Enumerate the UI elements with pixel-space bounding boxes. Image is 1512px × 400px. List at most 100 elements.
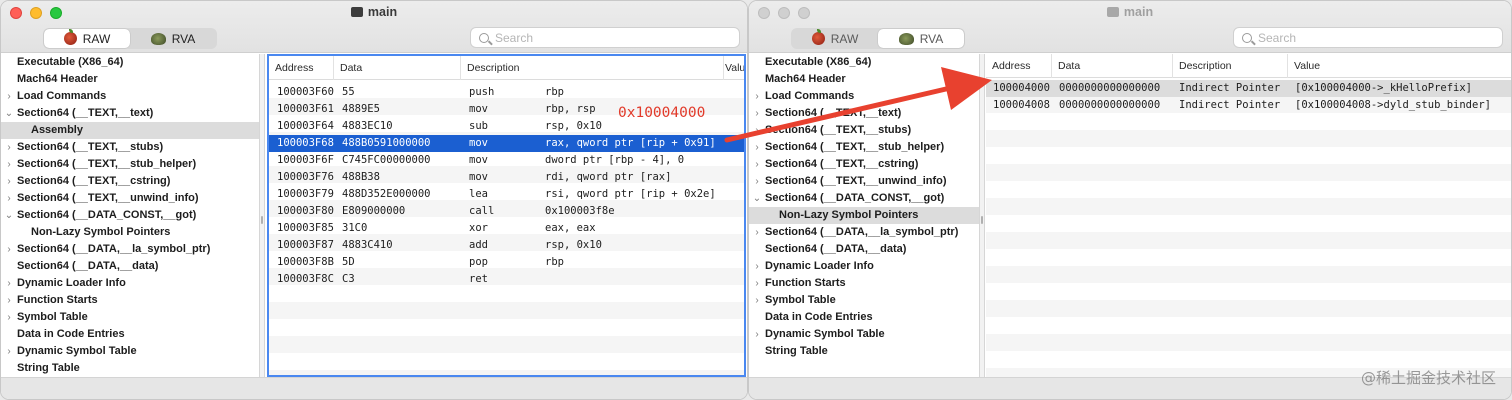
chevron-right-icon[interactable]: › <box>752 122 762 139</box>
chevron-right-icon[interactable]: › <box>752 88 762 105</box>
chevron-right-icon[interactable]: › <box>4 173 14 190</box>
chevron-right-icon[interactable]: › <box>752 275 762 292</box>
search-input[interactable] <box>489 30 739 45</box>
tree-item-executable-x86-64[interactable]: ⌄Executable (X86_64) <box>1 54 259 71</box>
address-cell: 100003F85 <box>277 222 334 234</box>
tree-item-section64-text-stubs[interactable]: › Section64 (__TEXT,__stubs) <box>749 122 979 139</box>
tree-item-data-in-code-entries[interactable]: Data in Code Entries <box>749 309 979 326</box>
tree-item-section64-text-unwind-info[interactable]: › Section64 (__TEXT,__unwind_info) <box>749 173 979 190</box>
chevron-down-icon[interactable]: ⌄ <box>4 105 14 122</box>
search-field[interactable] <box>1233 27 1503 48</box>
tree-item-executable-x86-64[interactable]: ⌄Executable (X86_64) <box>749 54 979 71</box>
chevron-right-icon[interactable]: › <box>4 139 14 156</box>
chevron-right-icon[interactable]: › <box>752 326 762 343</box>
tree-item-load-commands[interactable]: › Load Commands <box>1 88 259 105</box>
tree-item-section64-text-stub-helper[interactable]: › Section64 (__TEXT,__stub_helper) <box>749 139 979 156</box>
operands-cell: rsp, 0x10 <box>545 239 602 251</box>
table-row[interactable]: 100003F85 31C0 xor eax, eax <box>269 220 744 237</box>
tree-item-label: Section64 (__DATA_CONST,__got) <box>17 209 197 221</box>
chevron-right-icon[interactable]: › <box>752 173 762 190</box>
tree-item-symbol-table[interactable]: › Symbol Table <box>749 292 979 309</box>
chevron-right-icon[interactable]: › <box>4 88 14 105</box>
tree-item-mach64-header[interactable]: Mach64 Header <box>749 71 979 88</box>
tree-item-dynamic-loader-info[interactable]: › Dynamic Loader Info <box>1 275 259 292</box>
table-row[interactable]: 100004000 0000000000000000 Indirect Pointe… <box>986 80 1511 97</box>
chevron-right-icon[interactable]: › <box>4 156 14 173</box>
tree-item-assembly[interactable]: Assembly <box>1 122 259 139</box>
rva-segment-button[interactable]: RVA <box>130 29 216 48</box>
split-divider[interactable] <box>259 54 265 377</box>
column-header-value[interactable]: Value <box>719 56 744 80</box>
table-row[interactable]: 100003F8C C3 ret <box>269 271 744 288</box>
tree-item-function-starts[interactable]: › Function Starts <box>749 275 979 292</box>
address-cell: 100003F61 <box>277 103 334 115</box>
tree-item-section64-data-const-got[interactable]: ⌄ Section64 (__DATA_CONST,__got) <box>749 190 979 207</box>
tree-item-section64-text-unwind-info[interactable]: › Section64 (__TEXT,__unwind_info) <box>1 190 259 207</box>
tree-item-dynamic-loader-info[interactable]: › Dynamic Loader Info <box>749 258 979 275</box>
table-row[interactable]: 100003F8B 5D pop rbp <box>269 254 744 271</box>
table-row[interactable]: 100003F80 E809000000 call 0x100003f8e <box>269 203 744 220</box>
chevron-right-icon[interactable]: › <box>752 292 762 309</box>
tree-item-label: Executable (X86_64) <box>765 56 872 68</box>
tree-item-non-lazy-symbol-pointers[interactable]: Non-Lazy Symbol Pointers <box>749 207 979 224</box>
raw-segment-button[interactable]: RAW <box>44 29 130 48</box>
tree-item-string-table[interactable]: String Table <box>749 343 979 360</box>
tree-item-dynamic-symbol-table[interactable]: › Dynamic Symbol Table <box>1 343 259 360</box>
column-header-description[interactable]: Description <box>1173 54 1288 78</box>
chevron-right-icon[interactable]: › <box>752 139 762 156</box>
tree-item-section64-text-stub-helper[interactable]: › Section64 (__TEXT,__stub_helper) <box>1 156 259 173</box>
chevron-right-icon[interactable]: › <box>4 292 14 309</box>
table-row[interactable]: 100003F6F C745FC00000000 mov dword ptr [rbp… <box>269 152 744 169</box>
tree-item-section64-data-data[interactable]: Section64 (__DATA,__data) <box>1 258 259 275</box>
tree-item-section64-text-stubs[interactable]: › Section64 (__TEXT,__stubs) <box>1 139 259 156</box>
tree-item-function-starts[interactable]: › Function Starts <box>1 292 259 309</box>
tree-item-section64-data-la-symbol-ptr[interactable]: › Section64 (__DATA,__la_symbol_ptr) <box>749 224 979 241</box>
horizontal-scrollbar[interactable] <box>1 377 747 399</box>
chevron-right-icon[interactable]: › <box>4 275 14 292</box>
table-row[interactable]: 100003F68 488B0591000000 mov rax, qword ptr… <box>269 135 744 152</box>
operands-cell: rsi, qword ptr [rip + 0x2e] <box>545 188 716 200</box>
tree-item-mach64-header[interactable]: Mach64 Header <box>1 71 259 88</box>
column-header-description[interactable]: Description <box>461 56 724 80</box>
column-header-value[interactable]: Value <box>1288 54 1511 78</box>
tree-item-label: Section64 (__DATA,__data) <box>765 243 907 255</box>
chevron-right-icon[interactable]: › <box>752 156 762 173</box>
chevron-down-icon[interactable]: ⌄ <box>4 207 14 224</box>
column-header-address[interactable]: Address <box>269 56 334 80</box>
raw-segment-button[interactable]: RAW <box>792 29 878 48</box>
tree-item-section64-data-data[interactable]: Section64 (__DATA,__data) <box>749 241 979 258</box>
tree-item-load-commands[interactable]: › Load Commands <box>749 88 979 105</box>
column-header-data[interactable]: Data <box>1052 54 1173 78</box>
split-divider[interactable] <box>979 54 985 377</box>
table-row[interactable]: 100003F76 488B38 mov rdi, qword ptr [rax] <box>269 169 744 186</box>
tree-item-section64-text-text[interactable]: › Section64 (__TEXT,__text) <box>749 105 979 122</box>
chevron-right-icon[interactable]: › <box>4 190 14 207</box>
tree-item-section64-data-la-symbol-ptr[interactable]: › Section64 (__DATA,__la_symbol_ptr) <box>1 241 259 258</box>
chevron-right-icon[interactable]: › <box>752 224 762 241</box>
search-field[interactable] <box>470 27 740 48</box>
tree-item-section64-text-text[interactable]: ⌄ Section64 (__TEXT,__text) <box>1 105 259 122</box>
tree-item-section64-data-const-got[interactable]: ⌄ Section64 (__DATA_CONST,__got) <box>1 207 259 224</box>
tree-item-section64-text-cstring[interactable]: › Section64 (__TEXT,__cstring) <box>1 173 259 190</box>
tree-item-label: Function Starts <box>17 294 98 306</box>
table-row[interactable]: 100003F79 488D352E000000 lea rsi, qword ptr… <box>269 186 744 203</box>
column-header-address[interactable]: Address <box>986 54 1052 78</box>
tree-item-non-lazy-symbol-pointers[interactable]: Non-Lazy Symbol Pointers <box>1 224 259 241</box>
table-row[interactable]: 100003F87 4883C410 add rsp, 0x10 <box>269 237 744 254</box>
chevron-right-icon[interactable]: › <box>752 258 762 275</box>
tree-item-data-in-code-entries[interactable]: Data in Code Entries <box>1 326 259 343</box>
chevron-right-icon[interactable]: › <box>4 343 14 360</box>
column-header-data[interactable]: Data <box>334 56 461 80</box>
tree-item-dynamic-symbol-table[interactable]: › Dynamic Symbol Table <box>749 326 979 343</box>
tree-item-symbol-table[interactable]: › Symbol Table <box>1 309 259 326</box>
chevron-down-icon[interactable]: ⌄ <box>752 190 762 207</box>
tree-item-string-table[interactable]: String Table <box>1 360 259 377</box>
tree-item-section64-text-cstring[interactable]: › Section64 (__TEXT,__cstring) <box>749 156 979 173</box>
chevron-right-icon[interactable]: › <box>4 241 14 258</box>
rva-segment-button[interactable]: RVA <box>878 29 964 48</box>
table-row[interactable]: 100003F60 55 push rbp <box>269 84 744 101</box>
table-row[interactable]: 100004008 0000000000000000 Indirect Pointe… <box>986 97 1511 114</box>
search-input[interactable] <box>1252 30 1502 45</box>
chevron-right-icon[interactable]: › <box>752 105 762 122</box>
chevron-right-icon[interactable]: › <box>4 309 14 326</box>
